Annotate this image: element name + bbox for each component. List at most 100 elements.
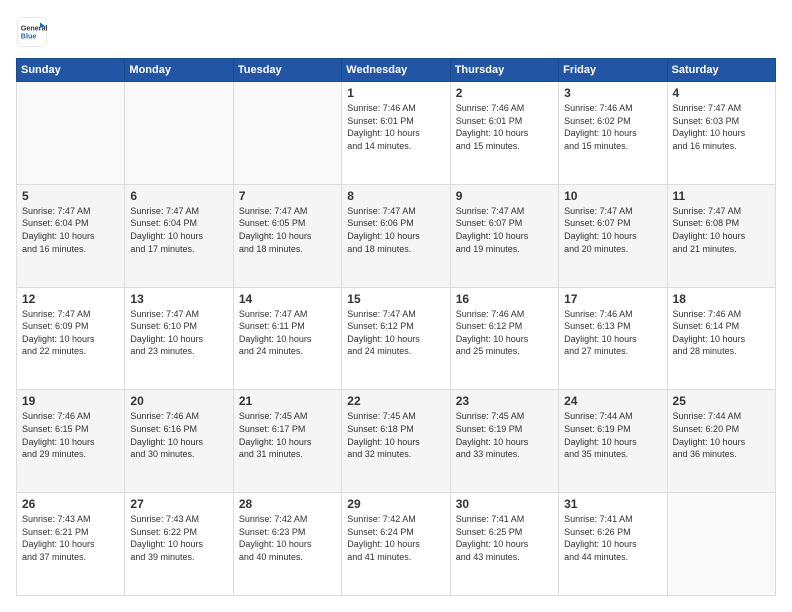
logo-icon: General Blue — [16, 16, 48, 48]
day-info: Sunrise: 7:41 AM Sunset: 6:26 PM Dayligh… — [564, 513, 661, 563]
calendar-cell: 2 Sunrise: 7:46 AM Sunset: 6:01 PM Daylig… — [450, 82, 558, 185]
calendar-cell: 18 Sunrise: 7:46 AM Sunset: 6:14 PM Dayli… — [667, 287, 775, 390]
calendar-cell: 27Sunrise: 7:43 AM Sunset: 6:22 PM Dayli… — [125, 493, 233, 596]
calendar-cell: 22 Sunrise: 7:45 AM Sunset: 6:18 PM Dayli… — [342, 390, 450, 493]
day-number: 25 — [673, 394, 770, 408]
day-info: Sunrise: 7:46 AM Sunset: 6:13 PM Dayligh… — [564, 308, 661, 358]
weekday-header-row: SundayMondayTuesdayWednesdayThursdayFrid… — [17, 59, 776, 82]
day-info: Sunrise: 7:47 AM Sunset: 6:06 PM Dayligh… — [347, 205, 444, 255]
calendar-cell: 15Sunrise: 7:47 AM Sunset: 6:12 PM Dayli… — [342, 287, 450, 390]
day-number: 6 — [130, 189, 227, 203]
header: General Blue — [16, 16, 776, 48]
day-number: 14 — [239, 292, 336, 306]
weekday-header-monday: Monday — [125, 59, 233, 82]
day-number: 3 — [564, 86, 661, 100]
calendar-cell: 9 Sunrise: 7:47 AM Sunset: 6:07 PM Daylig… — [450, 184, 558, 287]
day-number: 17 — [564, 292, 661, 306]
calendar-cell: 4 Sunrise: 7:47 AM Sunset: 6:03 PM Daylig… — [667, 82, 775, 185]
day-info: Sunrise: 7:47 AM Sunset: 6:11 PM Dayligh… — [239, 308, 336, 358]
day-info: Sunrise: 7:46 AM Sunset: 6:02 PM Dayligh… — [564, 102, 661, 152]
day-info: Sunrise: 7:46 AM Sunset: 6:16 PM Dayligh… — [130, 410, 227, 460]
weekday-header-thursday: Thursday — [450, 59, 558, 82]
calendar-cell: 12Sunrise: 7:47 AM Sunset: 6:09 PM Dayli… — [17, 287, 125, 390]
day-info: Sunrise: 7:44 AM Sunset: 6:20 PM Dayligh… — [673, 410, 770, 460]
day-number: 16 — [456, 292, 553, 306]
calendar-table: SundayMondayTuesdayWednesdayThursdayFrid… — [16, 58, 776, 596]
day-number: 31 — [564, 497, 661, 511]
calendar-cell: 11Sunrise: 7:47 AM Sunset: 6:08 PM Dayli… — [667, 184, 775, 287]
calendar-cell: 26 Sunrise: 7:43 AM Sunset: 6:21 PM Dayli… — [17, 493, 125, 596]
day-number: 1 — [347, 86, 444, 100]
week-row-3: 19Sunrise: 7:46 AM Sunset: 6:15 PM Dayli… — [17, 390, 776, 493]
calendar-cell: 29 Sunrise: 7:42 AM Sunset: 6:24 PM Dayli… — [342, 493, 450, 596]
calendar-cell: 3 Sunrise: 7:46 AM Sunset: 6:02 PM Daylig… — [559, 82, 667, 185]
day-number: 20 — [130, 394, 227, 408]
calendar-cell — [17, 82, 125, 185]
day-info: Sunrise: 7:42 AM Sunset: 6:24 PM Dayligh… — [347, 513, 444, 563]
day-info: Sunrise: 7:44 AM Sunset: 6:19 PM Dayligh… — [564, 410, 661, 460]
day-number: 15 — [347, 292, 444, 306]
calendar-cell: 5 Sunrise: 7:47 AM Sunset: 6:04 PM Daylig… — [17, 184, 125, 287]
calendar-cell — [233, 82, 341, 185]
page: General Blue SundayMondayTuesdayWednesda… — [0, 0, 792, 612]
day-number: 23 — [456, 394, 553, 408]
week-row-1: 5 Sunrise: 7:47 AM Sunset: 6:04 PM Daylig… — [17, 184, 776, 287]
day-number: 7 — [239, 189, 336, 203]
calendar-cell: 13 Sunrise: 7:47 AM Sunset: 6:10 PM Dayli… — [125, 287, 233, 390]
day-number: 26 — [22, 497, 119, 511]
calendar-cell: 20 Sunrise: 7:46 AM Sunset: 6:16 PM Dayli… — [125, 390, 233, 493]
day-info: Sunrise: 7:46 AM Sunset: 6:14 PM Dayligh… — [673, 308, 770, 358]
calendar-cell: 31 Sunrise: 7:41 AM Sunset: 6:26 PM Dayli… — [559, 493, 667, 596]
day-info: Sunrise: 7:47 AM Sunset: 6:10 PM Dayligh… — [130, 308, 227, 358]
weekday-header-saturday: Saturday — [667, 59, 775, 82]
day-info: Sunrise: 7:47 AM Sunset: 6:03 PM Dayligh… — [673, 102, 770, 152]
calendar-cell: 14 Sunrise: 7:47 AM Sunset: 6:11 PM Dayli… — [233, 287, 341, 390]
calendar-cell: 8Sunrise: 7:47 AM Sunset: 6:06 PM Daylig… — [342, 184, 450, 287]
calendar-cell — [667, 493, 775, 596]
calendar-cell: 30Sunrise: 7:41 AM Sunset: 6:25 PM Dayli… — [450, 493, 558, 596]
day-info: Sunrise: 7:47 AM Sunset: 6:04 PM Dayligh… — [130, 205, 227, 255]
day-number: 13 — [130, 292, 227, 306]
day-number: 22 — [347, 394, 444, 408]
day-info: Sunrise: 7:45 AM Sunset: 6:18 PM Dayligh… — [347, 410, 444, 460]
day-number: 2 — [456, 86, 553, 100]
day-info: Sunrise: 7:45 AM Sunset: 6:17 PM Dayligh… — [239, 410, 336, 460]
day-info: Sunrise: 7:43 AM Sunset: 6:21 PM Dayligh… — [22, 513, 119, 563]
calendar-cell: 24 Sunrise: 7:44 AM Sunset: 6:19 PM Dayli… — [559, 390, 667, 493]
day-info: Sunrise: 7:47 AM Sunset: 6:05 PM Dayligh… — [239, 205, 336, 255]
calendar-cell: 1 Sunrise: 7:46 AM Sunset: 6:01 PM Daylig… — [342, 82, 450, 185]
weekday-header-tuesday: Tuesday — [233, 59, 341, 82]
day-info: Sunrise: 7:47 AM Sunset: 6:09 PM Dayligh… — [22, 308, 119, 358]
calendar-cell: 7 Sunrise: 7:47 AM Sunset: 6:05 PM Daylig… — [233, 184, 341, 287]
calendar-cell: 19Sunrise: 7:46 AM Sunset: 6:15 PM Dayli… — [17, 390, 125, 493]
day-number: 29 — [347, 497, 444, 511]
day-info: Sunrise: 7:42 AM Sunset: 6:23 PM Dayligh… — [239, 513, 336, 563]
logo: General Blue — [16, 16, 48, 48]
day-number: 9 — [456, 189, 553, 203]
calendar-cell: 16Sunrise: 7:46 AM Sunset: 6:12 PM Dayli… — [450, 287, 558, 390]
day-info: Sunrise: 7:43 AM Sunset: 6:22 PM Dayligh… — [130, 513, 227, 563]
day-number: 10 — [564, 189, 661, 203]
calendar-cell: 21Sunrise: 7:45 AM Sunset: 6:17 PM Dayli… — [233, 390, 341, 493]
day-info: Sunrise: 7:46 AM Sunset: 6:01 PM Dayligh… — [456, 102, 553, 152]
calendar-cell: 10Sunrise: 7:47 AM Sunset: 6:07 PM Dayli… — [559, 184, 667, 287]
calendar-cell — [125, 82, 233, 185]
day-info: Sunrise: 7:45 AM Sunset: 6:19 PM Dayligh… — [456, 410, 553, 460]
day-info: Sunrise: 7:46 AM Sunset: 6:01 PM Dayligh… — [347, 102, 444, 152]
day-number: 19 — [22, 394, 119, 408]
week-row-4: 26 Sunrise: 7:43 AM Sunset: 6:21 PM Dayli… — [17, 493, 776, 596]
day-number: 11 — [673, 189, 770, 203]
calendar-cell: 25 Sunrise: 7:44 AM Sunset: 6:20 PM Dayli… — [667, 390, 775, 493]
day-info: Sunrise: 7:47 AM Sunset: 6:07 PM Dayligh… — [456, 205, 553, 255]
week-row-0: 1 Sunrise: 7:46 AM Sunset: 6:01 PM Daylig… — [17, 82, 776, 185]
calendar-cell: 23 Sunrise: 7:45 AM Sunset: 6:19 PM Dayli… — [450, 390, 558, 493]
calendar-cell: 17 Sunrise: 7:46 AM Sunset: 6:13 PM Dayli… — [559, 287, 667, 390]
weekday-header-friday: Friday — [559, 59, 667, 82]
day-info: Sunrise: 7:47 AM Sunset: 6:04 PM Dayligh… — [22, 205, 119, 255]
day-number: 30 — [456, 497, 553, 511]
day-number: 4 — [673, 86, 770, 100]
day-number: 24 — [564, 394, 661, 408]
day-number: 18 — [673, 292, 770, 306]
day-number: 5 — [22, 189, 119, 203]
svg-text:Blue: Blue — [21, 31, 37, 40]
